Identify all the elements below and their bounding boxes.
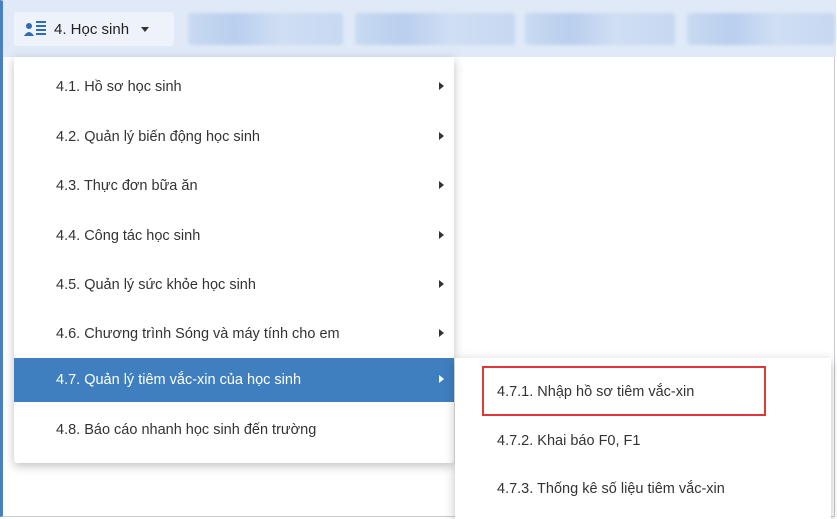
menu-item-label: 4.6. Chương trình Sóng và máy tính cho e…	[56, 326, 340, 342]
menu-item-4-2[interactable]: 4.2. Quản lý biến động học sinh	[14, 115, 454, 159]
chevron-right-icon	[439, 329, 444, 337]
blurred-menu-item[interactable]	[525, 13, 675, 45]
menu-item-4-6[interactable]: 4.6. Chương trình Sóng và máy tính cho e…	[14, 312, 454, 356]
submenu-item-4-7-3[interactable]: 4.7.3. Thống kê số liệu tiêm vắc-xin	[455, 467, 831, 511]
menu-item-4-7[interactable]: 4.7. Quản lý tiêm vắc-xin của học sinh	[14, 358, 454, 402]
submenu-item-label: 4.7.1. Nhập hồ sơ tiêm vắc-xin	[497, 384, 695, 400]
menu-item-label: 4.8. Báo cáo nhanh học sinh đến trường	[56, 422, 317, 438]
chevron-right-icon	[439, 181, 444, 189]
user-list-icon	[24, 19, 48, 40]
menu-item-label: 4.2. Quản lý biến động học sinh	[56, 129, 260, 145]
menu-item-4-8[interactable]: 4.8. Báo cáo nhanh học sinh đến trường	[14, 408, 454, 452]
students-dropdown-menu: 4.1. Hồ sơ học sinh 4.2. Quản lý biến độ…	[14, 57, 454, 463]
submenu-item-4-7-2[interactable]: 4.7.2. Khai báo F0, F1	[455, 419, 831, 463]
blurred-menu-item[interactable]	[687, 13, 835, 45]
chevron-right-icon	[439, 82, 444, 90]
menu-item-4-4[interactable]: 4.4. Công tác học sinh	[14, 214, 454, 258]
chevron-down-icon	[141, 26, 150, 32]
blurred-menu-item[interactable]	[355, 13, 515, 45]
chevron-right-icon	[439, 231, 444, 239]
menu-item-label: 4.7. Quản lý tiêm vắc-xin của học sinh	[56, 372, 302, 388]
blurred-menu-item[interactable]	[188, 13, 343, 45]
submenu-item-label: 4.7.2. Khai báo F0, F1	[497, 433, 641, 449]
chevron-right-icon	[439, 132, 444, 140]
students-menu-label: 4. Học sinh	[54, 20, 130, 38]
menu-item-4-5[interactable]: 4.5. Quản lý sức khỏe học sinh	[14, 263, 454, 307]
menu-item-4-1[interactable]: 4.1. Hồ sơ học sinh	[14, 65, 454, 109]
chevron-right-icon	[439, 280, 444, 288]
submenu-item-4-7-1[interactable]: 4.7.1. Nhập hồ sơ tiêm vắc-xin	[455, 370, 831, 414]
menu-item-label: 4.5. Quản lý sức khỏe học sinh	[56, 277, 256, 293]
menu-item-label: 4.3. Thực đơn bữa ăn	[56, 178, 198, 194]
submenu-item-label: 4.7.3. Thống kê số liệu tiêm vắc-xin	[497, 481, 725, 497]
menu-item-label: 4.1. Hồ sơ học sinh	[56, 79, 182, 95]
menu-item-label: 4.4. Công tác học sinh	[56, 228, 201, 244]
chevron-right-icon	[439, 375, 444, 383]
menu-item-4-3[interactable]: 4.3. Thực đơn bữa ăn	[14, 164, 454, 208]
students-menu-button[interactable]: 4. Học sinh	[14, 12, 174, 46]
vaccine-submenu: 4.7.1. Nhập hồ sơ tiêm vắc-xin 4.7.2. Kh…	[455, 358, 831, 519]
